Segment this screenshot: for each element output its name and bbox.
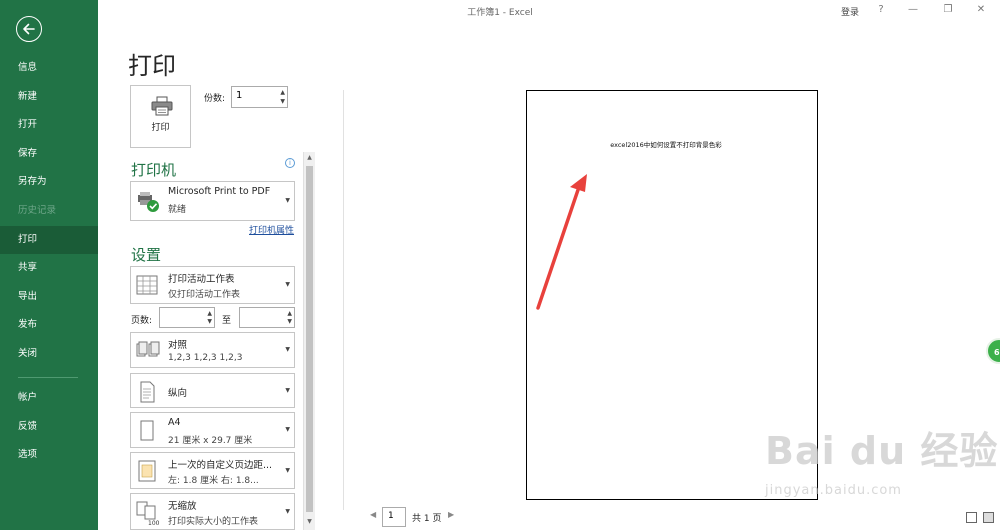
copies-label: 份数:: [204, 94, 226, 104]
nav-open[interactable]: 打开: [0, 111, 98, 139]
back-button[interactable]: [16, 16, 42, 42]
collate-icon: [136, 341, 160, 357]
help-button[interactable]: ?: [874, 4, 888, 15]
orientation-title: 纵向: [168, 388, 188, 399]
print-button[interactable]: 打印: [130, 85, 191, 148]
pdf-printer-icon: [138, 192, 159, 212]
total-pages: 共 1 页: [412, 514, 442, 524]
scroll-down-icon[interactable]: ▼: [304, 518, 315, 525]
pages-from-stepper[interactable]: ▲ ▼: [159, 307, 215, 328]
paper-size-desc: 21 厘米 x 29.7 厘米: [168, 436, 253, 446]
backstage-sidebar: 信息 新建 打开 保存 另存为 历史记录 打印 共享 导出 发布 关闭 帐户 反…: [0, 0, 98, 530]
spin-down-icon[interactable]: ▼: [207, 318, 212, 326]
title-bar: 工作簿1 - Excel 登录 ? — ❐ ✕: [98, 0, 1000, 22]
scaling-desc: 打印实际大小的工作表: [168, 517, 259, 527]
nav-feedback[interactable]: 反馈: [0, 413, 98, 441]
page-title: 打印: [128, 52, 176, 80]
scaling-100-icon: 100: [136, 501, 160, 526]
settings-heading: 设置: [131, 246, 162, 264]
portrait-page-icon: [140, 381, 155, 403]
chevron-down-icon: ▼: [285, 281, 290, 288]
nav-share[interactable]: 共享: [0, 254, 98, 282]
printer-icon: [151, 96, 173, 116]
spin-down-icon[interactable]: ▼: [287, 318, 292, 326]
collate-title: 对照: [168, 340, 188, 351]
nav-save[interactable]: 保存: [0, 140, 98, 168]
printer-status: 就绪: [168, 205, 187, 215]
nav-new[interactable]: 新建: [0, 83, 98, 111]
spin-up-icon[interactable]: ▲: [280, 89, 285, 97]
arrow-left-icon: [23, 23, 35, 35]
nav-info[interactable]: 信息: [0, 54, 98, 82]
print-scope-title: 打印活动工作表: [168, 274, 235, 285]
spin-down-icon[interactable]: ▼: [280, 98, 285, 106]
printer-name: Microsoft Print to PDF: [168, 186, 271, 197]
pages-to-label: 至: [222, 316, 232, 326]
print-button-label: 打印: [151, 123, 170, 133]
chevron-down-icon: ▼: [285, 426, 290, 433]
spin-up-icon[interactable]: ▲: [207, 310, 212, 318]
prev-page-icon[interactable]: ◀: [370, 510, 376, 519]
chevron-down-icon: ▼: [285, 197, 290, 204]
spin-up-icon[interactable]: ▲: [287, 310, 292, 318]
info-icon[interactable]: i: [285, 158, 295, 168]
paper-size-title: A4: [168, 417, 181, 428]
nav-export[interactable]: 导出: [0, 283, 98, 311]
annotation-arrow: [536, 174, 587, 310]
zoom-to-page-icon[interactable]: [983, 512, 994, 523]
chevron-down-icon: ▼: [285, 507, 290, 515]
current-page-field[interactable]: [382, 507, 406, 527]
show-margins-icon[interactable]: [966, 512, 977, 523]
nav-options[interactable]: 选项: [0, 441, 98, 469]
collate-desc: 1,2,3 1,2,3 1,2,3: [168, 353, 243, 363]
printer-properties-link[interactable]: 打印机属性: [249, 223, 294, 236]
chevron-down-icon: ▼: [285, 386, 290, 394]
nav-divider: [18, 377, 78, 378]
orientation-dropdown[interactable]: 纵向 ▼: [130, 373, 295, 408]
margins-title: 上一次的自定义页边距...: [168, 460, 273, 471]
sheet-grid-icon: [136, 275, 158, 295]
nav-publish[interactable]: 发布: [0, 311, 98, 339]
scaling-dropdown[interactable]: 100 无缩放 打印实际大小的工作表 ▼: [130, 493, 295, 530]
settings-scrollbar[interactable]: ▲ ▼: [303, 152, 315, 530]
chevron-down-icon: ▼: [285, 466, 290, 474]
margins-dropdown[interactable]: 上一次的自定义页边距... 左: 1.8 厘米 右: 1.8... ▼: [130, 452, 295, 489]
window-title: 工作簿1 - Excel: [467, 8, 533, 18]
next-page-icon[interactable]: ▶: [448, 510, 454, 519]
restore-icon[interactable]: ❐: [941, 4, 955, 15]
nav-history: 历史记录: [18, 205, 57, 216]
scaling-title: 无缩放: [168, 501, 197, 512]
margins-icon: [138, 460, 156, 482]
preview-text: excel2016中如何设置不打印背景色彩: [610, 141, 722, 149]
collate-dropdown[interactable]: 对照 1,2,3 1,2,3 1,2,3 ▼: [130, 332, 295, 368]
close-icon[interactable]: ✕: [974, 4, 988, 15]
minimize-icon[interactable]: —: [906, 4, 920, 15]
paper-size-dropdown[interactable]: A4 21 厘米 x 29.7 厘米 ▼: [130, 412, 295, 448]
nav-account[interactable]: 帐户: [0, 384, 98, 412]
panel-divider: [343, 90, 344, 510]
printer-heading: 打印机: [131, 161, 177, 179]
current-page-input[interactable]: [383, 508, 405, 524]
chevron-down-icon: ▼: [285, 346, 290, 353]
scroll-up-icon[interactable]: ▲: [304, 154, 315, 161]
print-scope-desc: 仅打印活动工作表: [168, 290, 241, 300]
pages-to-stepper[interactable]: ▲ ▼: [239, 307, 295, 328]
paper-icon: [140, 420, 154, 441]
copies-stepper[interactable]: ▲ ▼: [231, 86, 288, 108]
print-scope-dropdown[interactable]: 打印活动工作表 仅打印活动工作表 ▼: [130, 266, 295, 304]
pages-label: 页数:: [131, 316, 153, 326]
svg-text:100: 100: [148, 520, 160, 526]
login-button[interactable]: 登录: [841, 5, 859, 18]
nav-print[interactable]: 打印: [0, 226, 98, 254]
scroll-thumb[interactable]: [306, 166, 313, 512]
nav-close[interactable]: 关闭: [0, 340, 98, 368]
printer-dropdown[interactable]: Microsoft Print to PDF 就绪 ▼: [130, 181, 295, 221]
margins-desc: 左: 1.8 厘米 右: 1.8...: [168, 476, 259, 486]
floating-badge[interactable]: 60: [986, 338, 1000, 364]
nav-save-as[interactable]: 另存为: [0, 168, 98, 196]
copies-input[interactable]: [236, 90, 272, 101]
